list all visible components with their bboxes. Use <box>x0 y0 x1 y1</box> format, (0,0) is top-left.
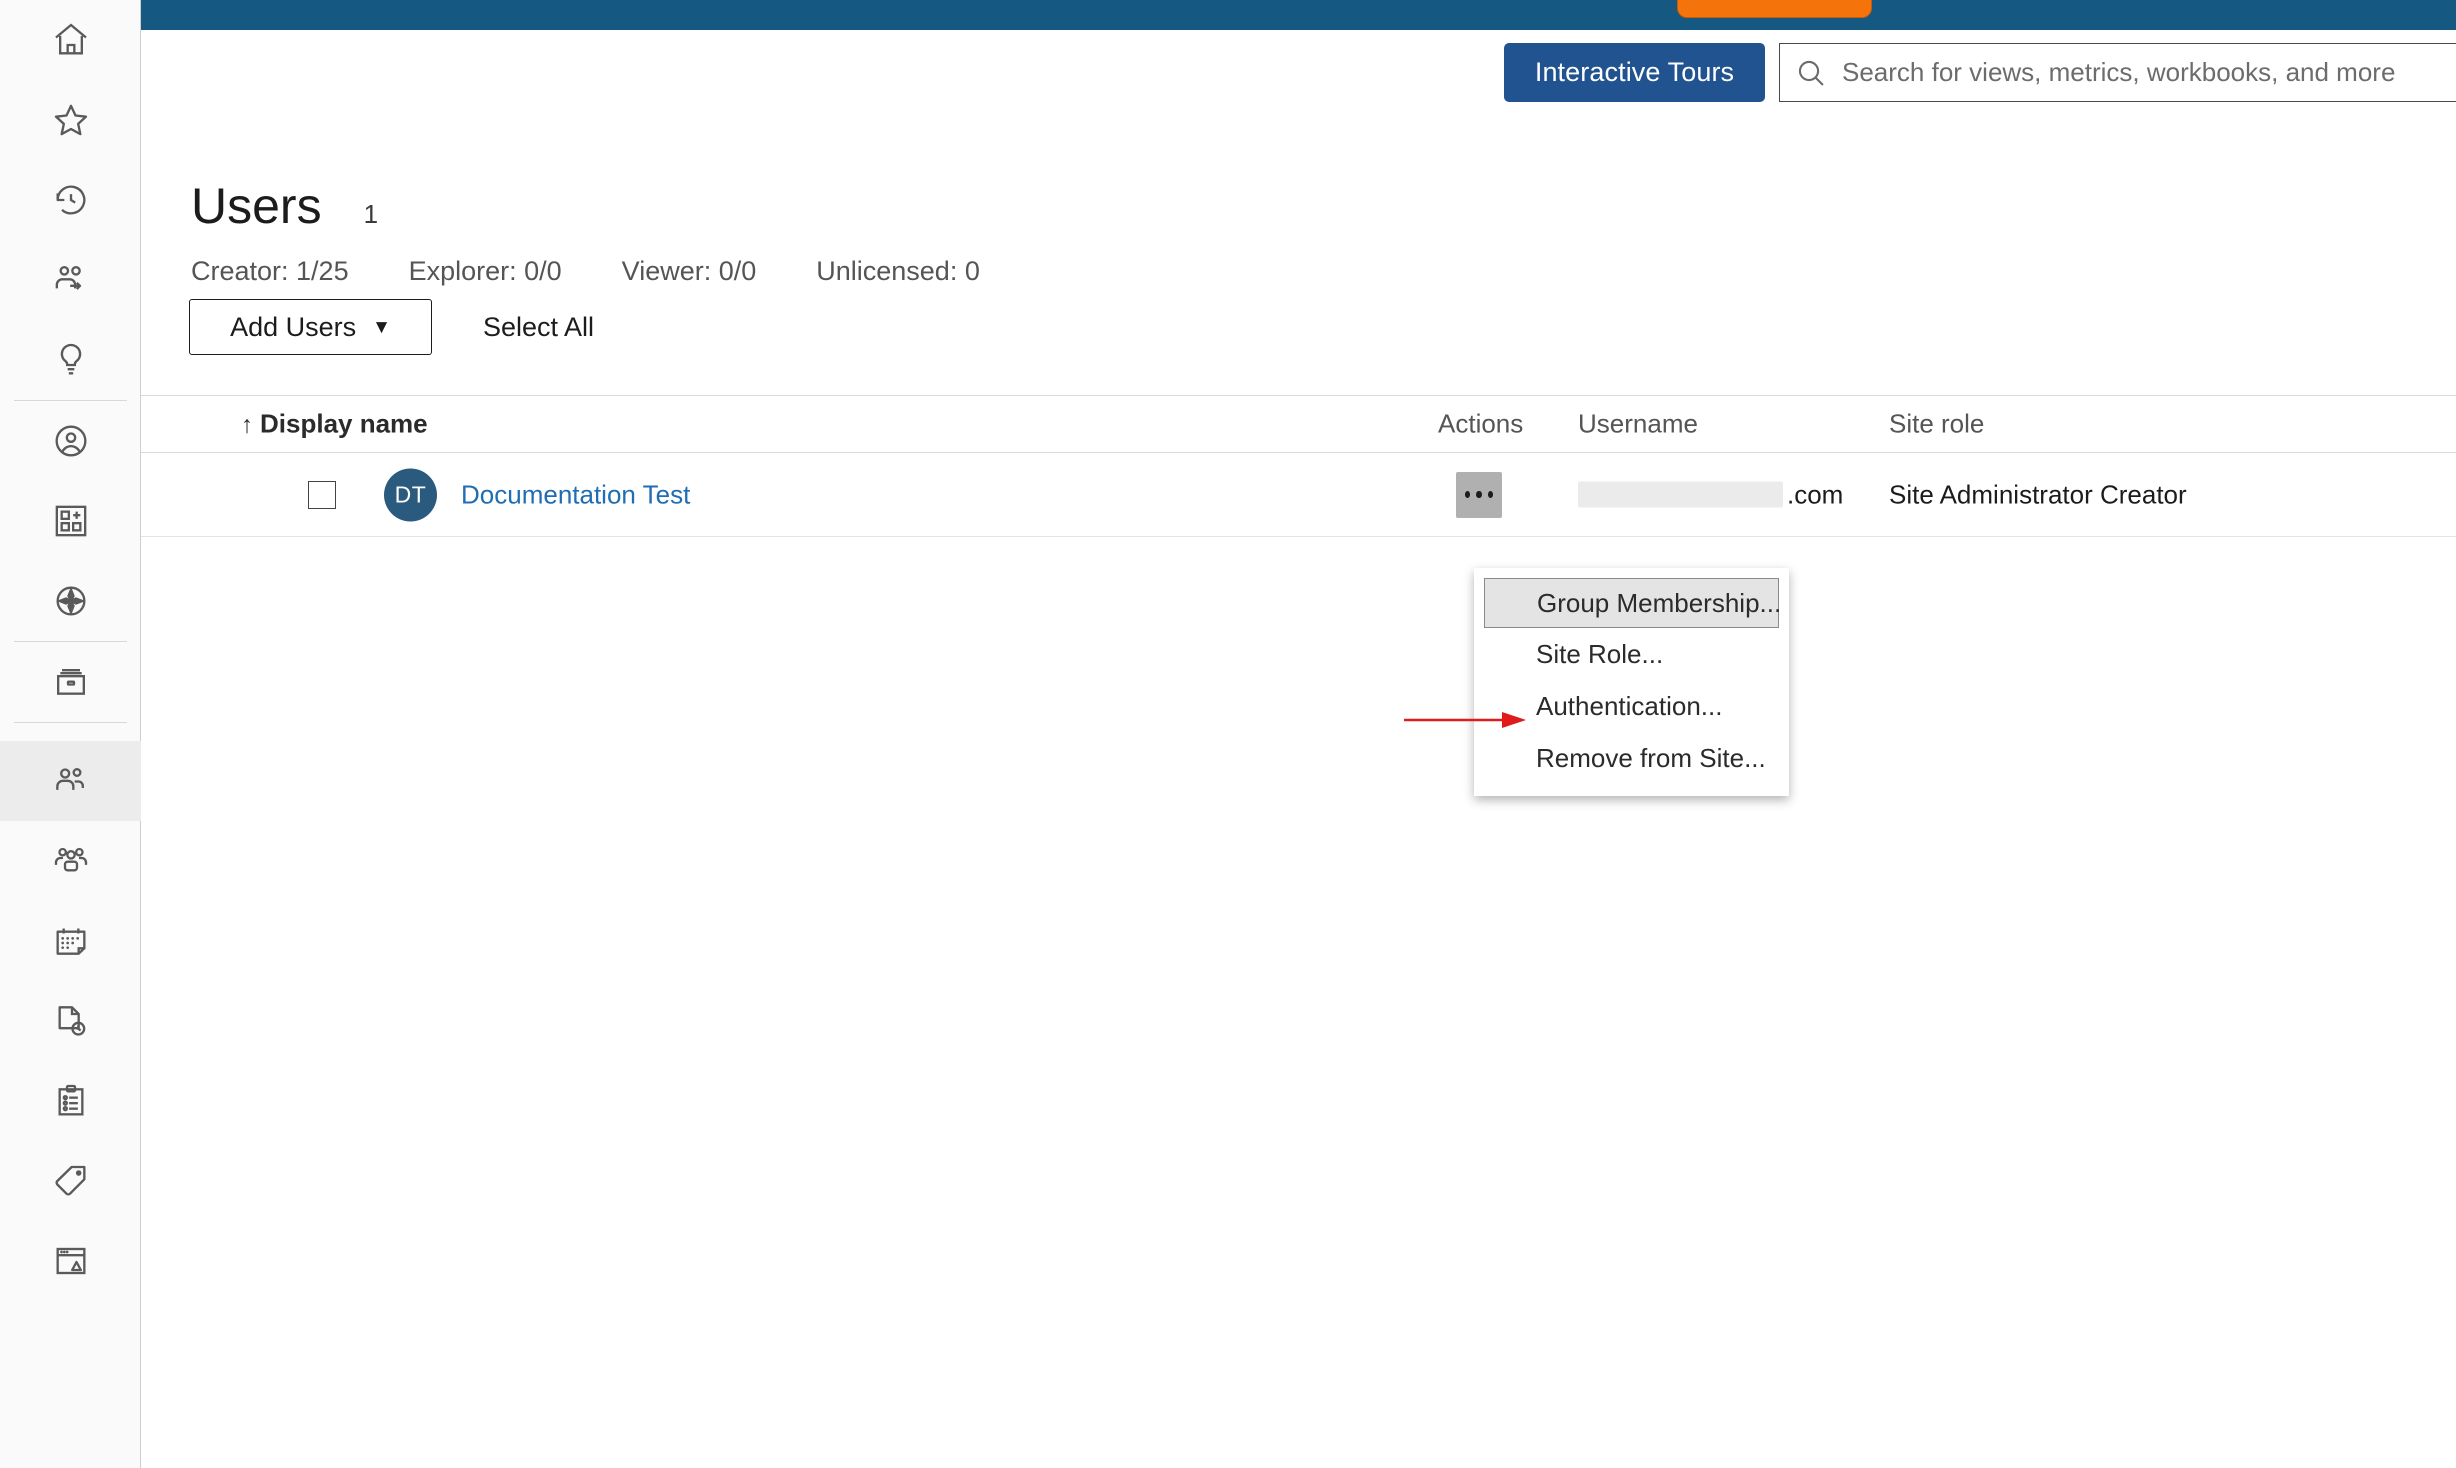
add-users-button[interactable]: Add Users ▼ <box>189 299 432 355</box>
redacted-username <box>1578 481 1783 508</box>
clock-back-icon <box>51 180 91 220</box>
column-header-display-name[interactable]: ↑ Display name <box>241 409 428 440</box>
ellipsis-dot <box>1476 491 1482 498</box>
compass-icon <box>51 581 91 621</box>
left-nav-rail <box>0 0 141 1468</box>
column-header-username[interactable]: Username <box>1578 409 1698 440</box>
page-title-row: Users 1 <box>191 181 378 231</box>
avatar: DT <box>384 468 437 521</box>
search-input[interactable] <box>1842 45 2456 100</box>
ellipsis-dot <box>1487 491 1493 498</box>
star-icon <box>51 100 91 140</box>
column-header-actions: Actions <box>1438 408 1524 439</box>
select-all-button[interactable]: Select All <box>483 312 594 343</box>
sidebar-item-groups[interactable] <box>0 821 141 901</box>
table-header-row: ↑ Display name Actions Username Site role… <box>141 395 2456 453</box>
sidebar-item-recents[interactable] <box>0 160 141 240</box>
sidebar-item-personal-space[interactable] <box>0 401 141 481</box>
sidebar-item-favorites[interactable] <box>0 80 141 160</box>
username-suffix: .com <box>1787 479 1844 509</box>
column-header-display-name-label: Display name <box>260 408 428 439</box>
tableau-users-page: Interactive Tours Users 1 Creator: 1/25 … <box>0 0 2456 1468</box>
document-clock-icon <box>51 1001 91 1041</box>
stat-explorer: Explorer: 0/0 <box>408 256 562 286</box>
page-title: Users <box>191 178 322 234</box>
sidebar-item-explore[interactable] <box>0 561 141 641</box>
stat-creator: Creator: 1/25 <box>191 256 349 286</box>
sidebar-item-external-assets[interactable] <box>0 642 141 722</box>
person-circle-icon <box>51 421 91 461</box>
user-site-role-cell: Site Administrator Creator <box>1889 479 2187 509</box>
home-icon <box>51 20 91 60</box>
menu-item-authentication[interactable]: Authentication... <box>1474 680 1789 732</box>
archive-box-icon <box>51 662 91 702</box>
primary-action-button[interactable] <box>1677 0 1872 18</box>
user-display-name-link[interactable]: Documentation Test <box>461 479 690 510</box>
sidebar-item-shared-with-me[interactable] <box>0 240 141 320</box>
sidebar-item-home[interactable] <box>0 0 141 80</box>
add-users-label: Add Users <box>230 311 357 342</box>
license-stats-row: Creator: 1/25 Explorer: 0/0 Viewer: 0/0 … <box>191 256 980 287</box>
users-table: ↑ Display name Actions Username Site role… <box>141 395 2456 537</box>
brand-top-bar <box>141 0 2456 30</box>
row-select-checkbox[interactable] <box>308 480 336 509</box>
sidebar-item-collections[interactable] <box>0 481 141 561</box>
sidebar-item-alerts[interactable] <box>0 1221 141 1301</box>
search-icon <box>1780 56 1842 90</box>
lightbulb-icon <box>51 340 91 380</box>
chevron-down-icon: ▼ <box>372 316 391 338</box>
grid-plus-icon <box>51 501 91 541</box>
ellipsis-dot <box>1465 491 1471 498</box>
group-icon <box>51 841 91 881</box>
menu-item-remove-from-site[interactable]: Remove from Site... <box>1474 732 1789 784</box>
user-username-cell: .com <box>1578 479 1843 510</box>
row-actions-menu-button[interactable] <box>1456 471 1502 518</box>
calendar-icon <box>51 921 91 961</box>
clipboard-list-icon <box>51 1081 91 1121</box>
sidebar-item-recommendations[interactable] <box>0 320 141 400</box>
users-icon <box>51 761 91 801</box>
sidebar-item-jobs[interactable] <box>0 1061 141 1141</box>
toolbar: Add Users ▼ Select All <box>189 299 594 355</box>
stat-unlicensed: Unlicensed: 0 <box>816 256 980 286</box>
users-share-icon <box>51 260 91 300</box>
sidebar-item-tags[interactable] <box>0 1141 141 1221</box>
table-row: DT Documentation Test .com Site Administ… <box>141 453 2456 537</box>
tag-icon <box>51 1161 91 1201</box>
column-header-site-role[interactable]: Site role <box>1889 409 1984 440</box>
sidebar-item-users[interactable] <box>0 741 141 821</box>
sidebar-item-schedules[interactable] <box>0 901 141 981</box>
users-main-content: Users 1 Creator: 1/25 Explorer: 0/0 View… <box>141 103 2456 1468</box>
menu-item-group-membership[interactable]: Group Membership... <box>1484 578 1781 628</box>
stat-viewer: Viewer: 0/0 <box>621 256 757 286</box>
sidebar-item-tasks[interactable] <box>0 981 141 1061</box>
window-alert-icon <box>51 1241 91 1281</box>
page-header-bar: Interactive Tours <box>141 30 2456 103</box>
menu-item-site-role[interactable]: Site Role... <box>1474 628 1789 680</box>
sort-ascending-icon: ↑ <box>241 411 253 439</box>
row-actions-dropdown-menu: Group Membership... Site Role... Authent… <box>1474 568 1789 796</box>
interactive-tours-button[interactable]: Interactive Tours <box>1504 43 1765 102</box>
global-search[interactable] <box>1779 43 2456 102</box>
user-count: 1 <box>363 199 379 229</box>
